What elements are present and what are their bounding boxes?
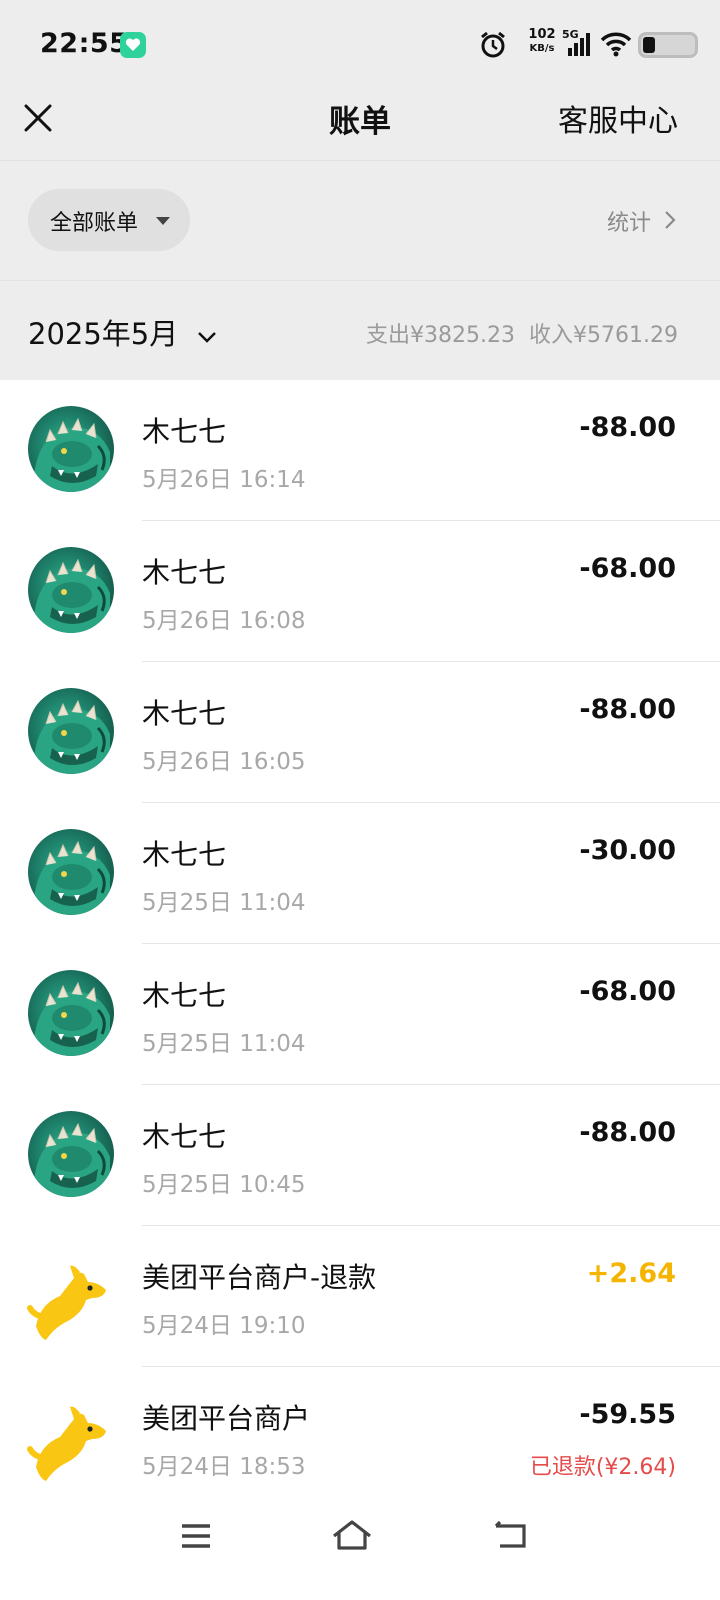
transaction-time: 5月24日 18:53 [142,1454,306,1480]
transaction-amount: -30.00 [579,835,676,866]
chevron-right-icon [665,211,676,229]
transaction-row[interactable]: 木七七 5月25日 11:04 -68.00 [0,944,720,1085]
meituan-kangaroo-logo [27,1406,106,1481]
network-speed: 102 KB/s [522,28,562,56]
system-nav-bar [0,1494,720,1600]
merchant-name: 美团平台商户-退款 [142,1261,377,1294]
status-time: 22:55 [40,28,129,59]
month-selector[interactable]: 2025年5月 [28,311,217,353]
statistics-label: 统计 [606,211,651,236]
transaction-amount: -88.00 [579,412,676,443]
caret-down-icon [156,217,170,225]
transaction-amount: -68.00 [579,976,676,1007]
wifi-icon [600,32,632,57]
month-summary-bar: 2025年5月 支出¥3825.23 收入¥5761.29 [0,280,720,380]
merchant-name: 木七七 [142,1120,227,1153]
transaction-time: 5月24日 19:10 [142,1313,306,1339]
dragon-avatar [28,406,114,492]
home-icon[interactable] [322,1506,382,1566]
transaction-time: 5月25日 10:45 [142,1172,306,1198]
transaction-row[interactable]: 木七七 5月26日 16:05 -88.00 [0,662,720,803]
close-icon[interactable] [18,98,58,138]
dragon-avatar [28,829,114,915]
title-bar: 账单 客服中心 [0,90,720,160]
merchant-name: 木七七 [142,979,227,1012]
transaction-amount: +2.64 [586,1258,676,1289]
bill-type-filter[interactable]: 全部账单 [28,189,190,251]
transaction-time: 5月26日 16:08 [142,608,306,634]
transaction-list: 木七七 5月26日 16:14 -88.00 木七七 5月26日 16:08 -68.0… [0,380,720,1508]
chevron-down-icon [198,332,217,343]
expense-total: 支出¥3825.23 [366,323,516,348]
dragon-avatar [28,547,114,633]
transaction-time: 5月26日 16:05 [142,749,306,775]
transaction-row[interactable]: 美团平台商户 5月24日 18:53 -59.55 已退款(¥2.64) [0,1367,720,1508]
signal-icon [568,33,590,56]
transaction-amount: -68.00 [579,553,676,584]
month-label: 2025年5月 [28,317,179,351]
transaction-row[interactable]: 美团平台商户-退款 5月24日 19:10 +2.64 [0,1226,720,1367]
battery-icon [638,32,698,58]
meituan-kangaroo-logo [27,1265,106,1340]
statistics-link[interactable]: 统计 [607,205,676,237]
transaction-time: 5月25日 11:04 [142,1031,306,1057]
merchant-name: 美团平台商户 [142,1402,311,1435]
refund-note: 已退款(¥2.64) [529,1455,676,1480]
merchant-name: 木七七 [142,697,227,730]
status-bar: 22:55 102 KB/s 5G [0,0,720,90]
transaction-amount: -88.00 [579,1117,676,1148]
transaction-row[interactable]: 木七七 5月26日 16:08 -68.00 [0,521,720,662]
menu-icon[interactable] [166,1506,226,1566]
dragon-avatar [28,688,114,774]
bill-type-filter-label: 全部账单 [50,211,139,236]
month-totals: 支出¥3825.23 收入¥5761.29 [366,317,678,349]
merchant-name: 木七七 [142,415,227,448]
filter-bar: 全部账单 统计 [0,160,720,280]
customer-service-link[interactable]: 客服中心 [558,96,678,140]
transaction-time: 5月26日 16:14 [142,467,306,493]
transaction-time: 5月25日 11:04 [142,890,306,916]
network-speed-unit: KB/s [529,43,555,54]
transaction-amount: -88.00 [579,694,676,725]
alarm-icon [481,31,505,58]
transaction-row[interactable]: 木七七 5月26日 16:14 -88.00 [0,380,720,521]
merchant-name: 木七七 [142,556,227,589]
income-total: 收入¥5761.29 [529,323,678,348]
transaction-amount: -59.55 [579,1399,676,1430]
transaction-row[interactable]: 木七七 5月25日 11:04 -30.00 [0,803,720,944]
merchant-name: 木七七 [142,838,227,871]
app-notification-icon [120,32,146,58]
network-speed-value: 102 [528,27,556,42]
back-icon[interactable] [480,1506,540,1566]
dragon-avatar [28,970,114,1056]
transaction-row[interactable]: 木七七 5月25日 10:45 -88.00 [0,1085,720,1226]
dragon-avatar [28,1111,114,1197]
